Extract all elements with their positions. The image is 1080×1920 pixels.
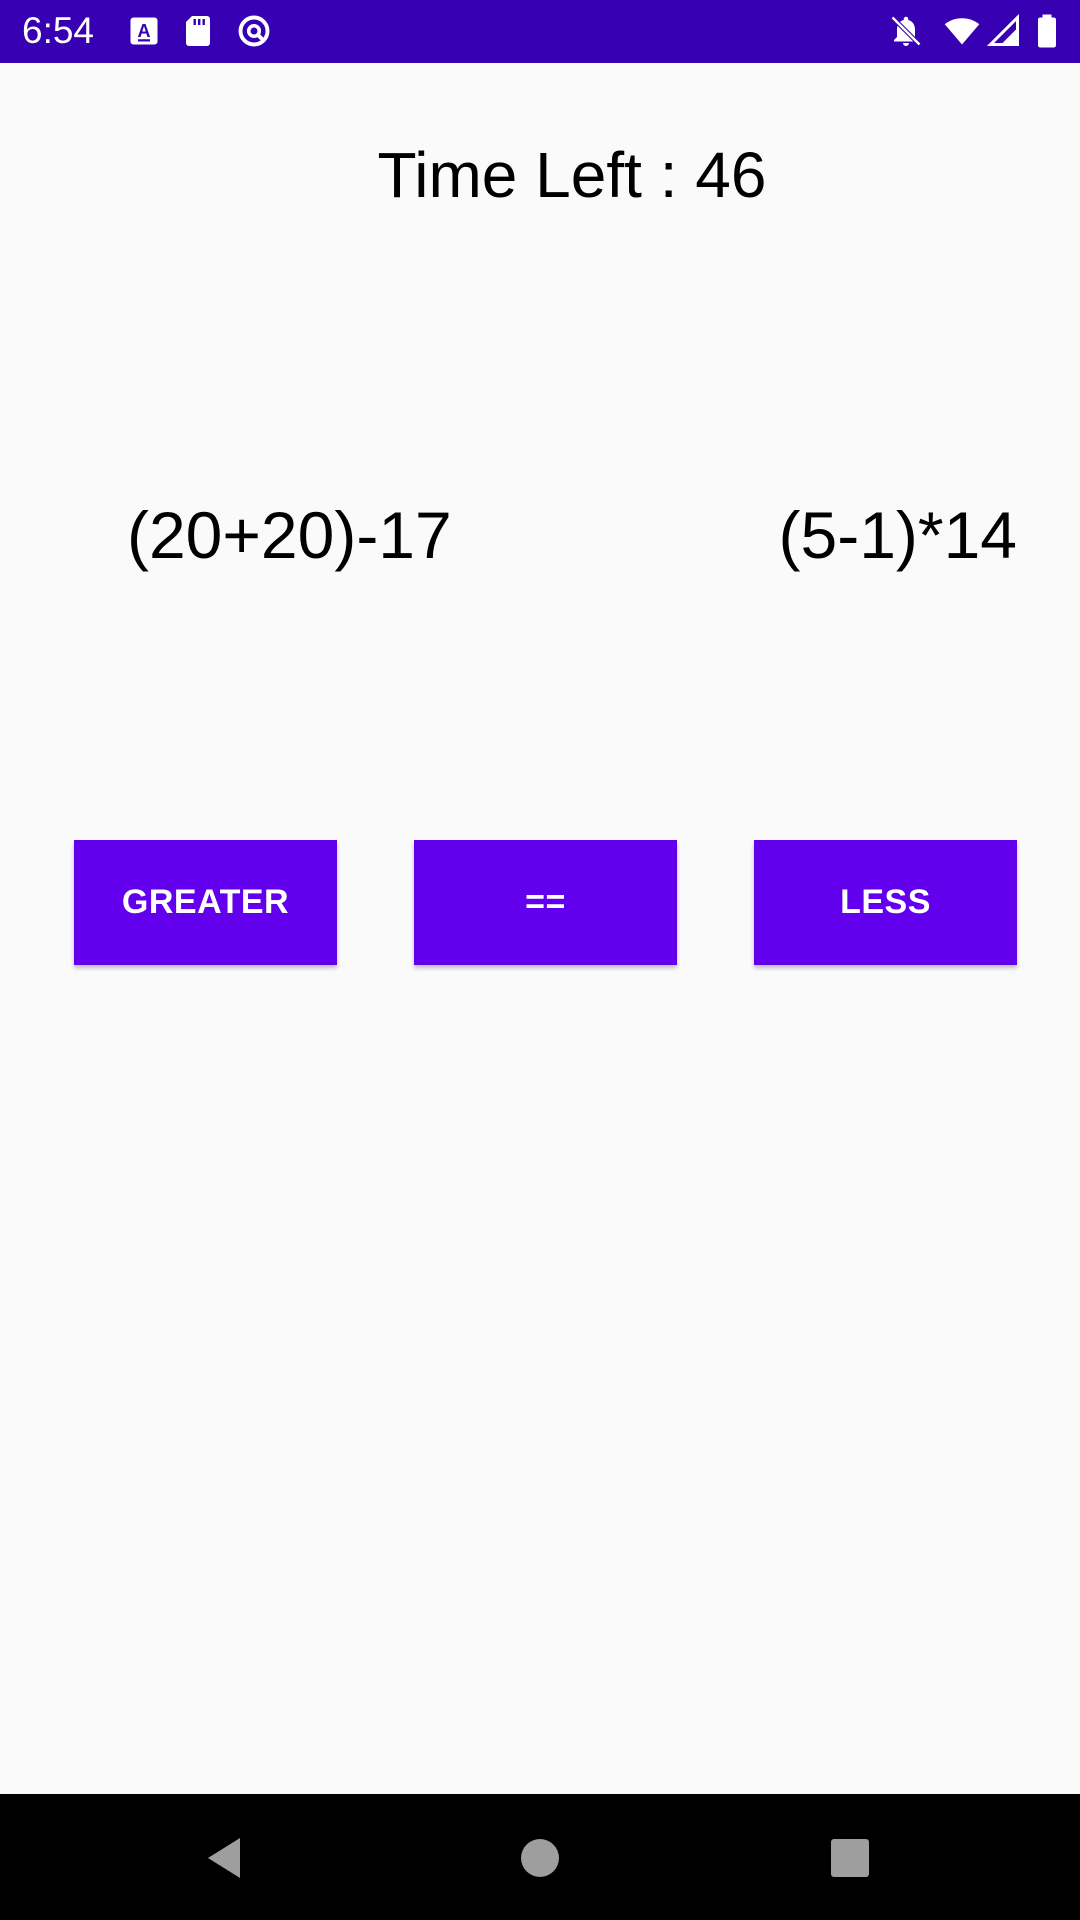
left-expression: (20+20)-17 (127, 498, 452, 572)
status-bar: 6:54 A (0, 0, 1080, 63)
keyboard-a-icon: A (126, 13, 162, 49)
back-icon[interactable] (202, 1834, 250, 1882)
recents-icon[interactable] (826, 1834, 874, 1882)
right-expression: (5-1)*14 (778, 498, 1017, 572)
game-screen: 6:54 A Time Left : 46 (20+20)-17 (5-1)*1… (0, 0, 1080, 1920)
sync-circle-icon (236, 13, 272, 49)
greater-button[interactable]: GREATER (74, 840, 337, 965)
status-time: 6:54 (22, 10, 95, 51)
sd-card-icon (180, 13, 216, 49)
equal-button[interactable]: == (414, 840, 677, 965)
navigation-bar (0, 1794, 1080, 1920)
notifications-off-icon (888, 13, 924, 49)
battery-icon (1032, 13, 1062, 49)
home-icon[interactable] (516, 1834, 564, 1882)
signal-icon (986, 13, 1022, 49)
svg-text:A: A (138, 21, 151, 41)
wifi-icon (944, 13, 980, 49)
time-left-label: Time Left : 46 (377, 139, 767, 211)
less-button[interactable]: LESS (754, 840, 1017, 965)
